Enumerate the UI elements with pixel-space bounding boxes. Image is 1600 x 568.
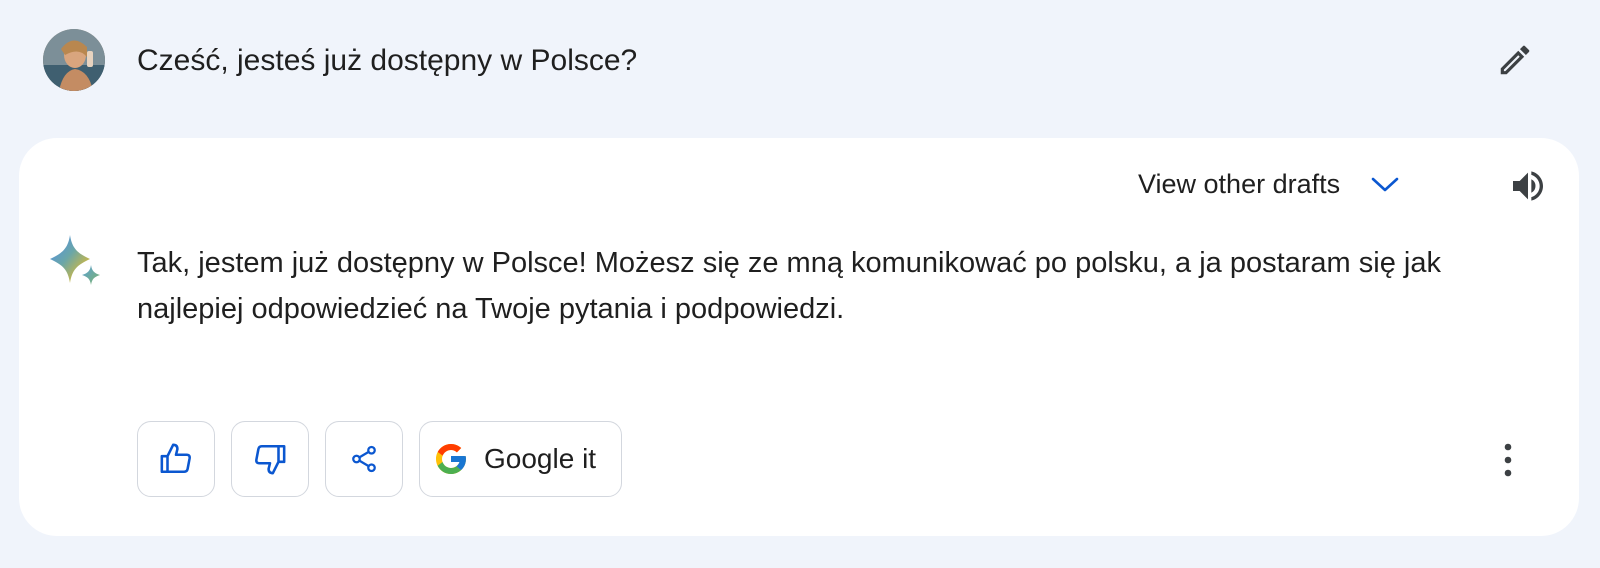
- more-options-button[interactable]: [1488, 436, 1528, 484]
- chevron-down-icon: [1370, 174, 1400, 194]
- google-g-icon: [436, 444, 466, 474]
- edit-prompt-button[interactable]: [1491, 36, 1539, 84]
- read-aloud-button[interactable]: [1502, 160, 1554, 212]
- share-button[interactable]: [325, 421, 403, 497]
- avatar-photo-icon: [43, 29, 105, 91]
- thumbs-up-icon: [160, 443, 191, 474]
- thumbs-down-button[interactable]: [231, 421, 309, 497]
- pencil-icon: [1500, 45, 1530, 75]
- user-prompt-text: Cześć, jesteś już dostępny w Polsce?: [137, 44, 638, 77]
- thumbs-up-button[interactable]: [137, 421, 215, 497]
- share-icon: [352, 445, 376, 473]
- thumbs-down-icon: [255, 444, 286, 475]
- google-it-button[interactable]: Google it: [419, 421, 622, 497]
- speaker-icon: [1513, 171, 1543, 201]
- view-other-drafts-button[interactable]: View other drafts: [1138, 160, 1400, 208]
- user-avatar: [43, 29, 105, 91]
- drafts-label: View other drafts: [1138, 168, 1341, 199]
- assistant-sparkle-icon: [46, 235, 106, 295]
- google-it-label: Google it: [484, 443, 597, 474]
- more-vertical-icon: [1504, 443, 1512, 477]
- response-text: Tak, jestem już dostępny w Polsce! Możes…: [137, 247, 1441, 325]
